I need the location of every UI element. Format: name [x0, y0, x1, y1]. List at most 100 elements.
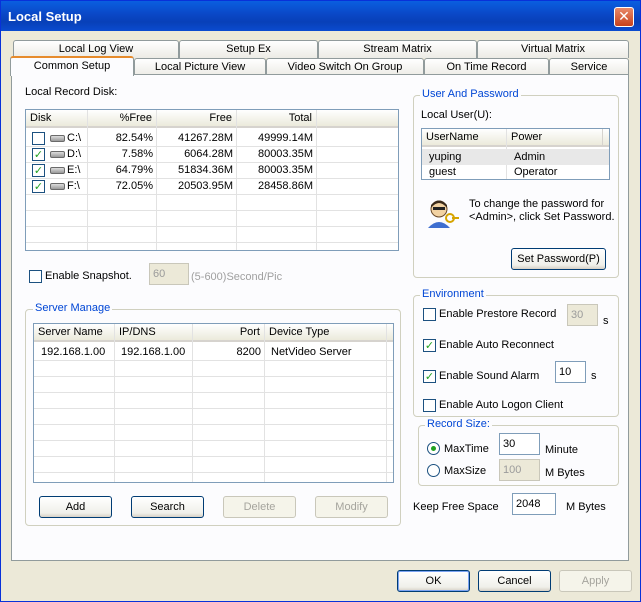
sound-alarm-seconds-input[interactable]: 10: [555, 361, 586, 383]
window-title: Local Setup: [8, 9, 82, 24]
tab-virtual-matrix[interactable]: Virtual Matrix: [477, 40, 629, 58]
user-row[interactable]: yuping Admin: [422, 149, 609, 165]
disk-pct-free: 7.58%: [121, 148, 153, 160]
column-free[interactable]: Free: [157, 110, 237, 128]
server-port: 8200: [236, 346, 261, 358]
disk-checkbox[interactable]: ✓: [32, 180, 45, 193]
maxtime-radio[interactable]: [427, 442, 440, 455]
enable-snapshot-checkbox[interactable]: [29, 270, 42, 283]
ok-button[interactable]: OK: [397, 570, 470, 592]
column-disk[interactable]: Disk: [26, 110, 88, 128]
auto-reconnect-checkbox[interactable]: ✓: [423, 339, 436, 352]
disk-free: 6064.28M: [184, 148, 233, 160]
server-list[interactable]: Server Name IP/DNS Port Device Type 192.…: [33, 323, 394, 483]
disk-name: D:\: [67, 148, 82, 160]
disk-row[interactable]: ✓ F:\ 72.05% 20503.95M 28458.86M: [26, 178, 398, 194]
prestore-record-label: Enable Prestore Record: [439, 308, 557, 320]
maxsize-label: MaxSize: [444, 465, 487, 477]
server-ip: 192.168.1.00: [121, 346, 186, 358]
column-total[interactable]: Total: [237, 110, 317, 128]
disk-checkbox[interactable]: ✓: [32, 148, 45, 161]
password-info-text: To change the password for <Admin>, clic…: [469, 198, 615, 223]
column-server-name[interactable]: Server Name: [34, 324, 115, 342]
keep-free-space-unit: M Bytes: [566, 501, 606, 513]
disk-checkbox[interactable]: [32, 132, 45, 145]
user-name: guest: [429, 166, 456, 178]
apply-button[interactable]: Apply: [559, 570, 632, 592]
record-disk-header: Disk %Free Free Total: [26, 110, 398, 128]
maxtime-unit: Minute: [545, 444, 579, 456]
keep-free-space-label: Keep Free Space: [413, 501, 499, 513]
maxsize-unit: M Bytes: [545, 467, 585, 479]
auto-logon-checkbox[interactable]: [423, 399, 436, 412]
auto-reconnect-label: Enable Auto Reconnect: [439, 339, 554, 351]
tab-setup-ex[interactable]: Setup Ex: [179, 40, 318, 58]
user-power: Admin: [514, 151, 546, 163]
disk-total: 80003.35M: [257, 164, 313, 176]
tab-common-setup[interactable]: Common Setup: [10, 56, 134, 76]
search-button[interactable]: Search: [131, 496, 204, 518]
maxtime-input[interactable]: 30: [499, 433, 540, 455]
server-list-header: Server Name IP/DNS Port Device Type: [34, 324, 393, 342]
snapshot-interval-input[interactable]: 60: [149, 263, 189, 285]
disk-free: 41267.28M: [177, 132, 233, 144]
title-bar[interactable]: Local Setup ✕: [1, 1, 640, 31]
user-key-icon: [428, 200, 459, 228]
server-row[interactable]: 192.168.1.00 192.168.1.00 8200 NetVideo …: [34, 344, 393, 360]
tab-stream-matrix[interactable]: Stream Matrix: [318, 40, 477, 58]
column-power[interactable]: Power: [507, 129, 603, 147]
auto-logon-label: Enable Auto Logon Client: [439, 399, 564, 411]
disk-row[interactable]: C:\ 82.54% 41267.28M 49999.14M: [26, 130, 398, 146]
user-list-header: UserName Power: [422, 129, 609, 147]
disk-pct-free: 64.79%: [115, 164, 153, 176]
user-password-title: User And Password: [420, 88, 521, 100]
column-ip-dns[interactable]: IP/DNS: [115, 324, 193, 342]
server-name: 192.168.1.00: [41, 346, 106, 358]
delete-button[interactable]: Delete: [223, 496, 296, 518]
disk-row[interactable]: ✓ E:\ 64.79% 51834.36M 80003.35M: [26, 162, 398, 178]
column-port[interactable]: Port: [193, 324, 265, 342]
enable-snapshot-label: Enable Snapshot.: [45, 270, 132, 282]
modify-button[interactable]: Modify: [315, 496, 388, 518]
add-button[interactable]: Add: [39, 496, 112, 518]
common-setup-panel: Local Record Disk: Disk %Free Free Total: [11, 74, 629, 561]
local-user-label: Local User(U):: [421, 109, 492, 121]
disk-pct-free: 72.05%: [115, 180, 153, 192]
prestore-unit: s: [603, 315, 609, 327]
sound-alarm-unit: s: [591, 370, 597, 382]
user-power: Operator: [514, 166, 558, 178]
maxsize-input[interactable]: 100: [499, 459, 540, 481]
prestore-seconds-input[interactable]: 30: [567, 304, 598, 326]
disk-row[interactable]: ✓ D:\ 7.58% 6064.28M 80003.35M: [26, 146, 398, 162]
disk-name: F:\: [67, 180, 80, 192]
column-device-type[interactable]: Device Type: [265, 324, 387, 342]
record-disk-label: Local Record Disk:: [25, 86, 118, 98]
column-pct-free[interactable]: %Free: [88, 110, 157, 128]
set-password-button[interactable]: Set Password(P): [511, 248, 606, 270]
server-device-type: NetVideo Server: [271, 346, 352, 358]
local-setup-window: Local Setup ✕ Local Log View Setup Ex St…: [0, 0, 641, 602]
disk-total: 49999.14M: [257, 132, 313, 144]
disk-name: C:\: [67, 132, 82, 144]
server-manage-title: Server Manage: [33, 302, 113, 314]
prestore-record-checkbox[interactable]: [423, 308, 436, 321]
disk-total: 28458.86M: [257, 180, 313, 192]
snapshot-hint: (5-600)Second/Pic: [191, 271, 283, 283]
sound-alarm-checkbox[interactable]: ✓: [423, 370, 436, 383]
column-username[interactable]: UserName: [422, 129, 507, 147]
cancel-button[interactable]: Cancel: [478, 570, 551, 592]
user-row[interactable]: guest Operator: [422, 164, 609, 179]
sound-alarm-label: Enable Sound Alarm: [439, 370, 540, 382]
record-size-title: Record Size:: [425, 418, 492, 430]
environment-title: Environment: [420, 288, 486, 300]
disk-pct-free: 82.54%: [115, 132, 153, 144]
maxsize-radio[interactable]: [427, 464, 440, 477]
disk-total: 80003.35M: [257, 148, 313, 160]
user-list[interactable]: UserName Power yuping Admin guest Operat…: [421, 128, 610, 180]
disk-checkbox[interactable]: ✓: [32, 164, 45, 177]
keep-free-space-input[interactable]: 2048: [512, 493, 556, 515]
close-button[interactable]: ✕: [614, 7, 634, 27]
disk-free: 51834.36M: [177, 164, 233, 176]
disk-free: 20503.95M: [177, 180, 233, 192]
record-disk-list[interactable]: Disk %Free Free Total C:\ 82.54% 41267.2…: [25, 109, 399, 251]
